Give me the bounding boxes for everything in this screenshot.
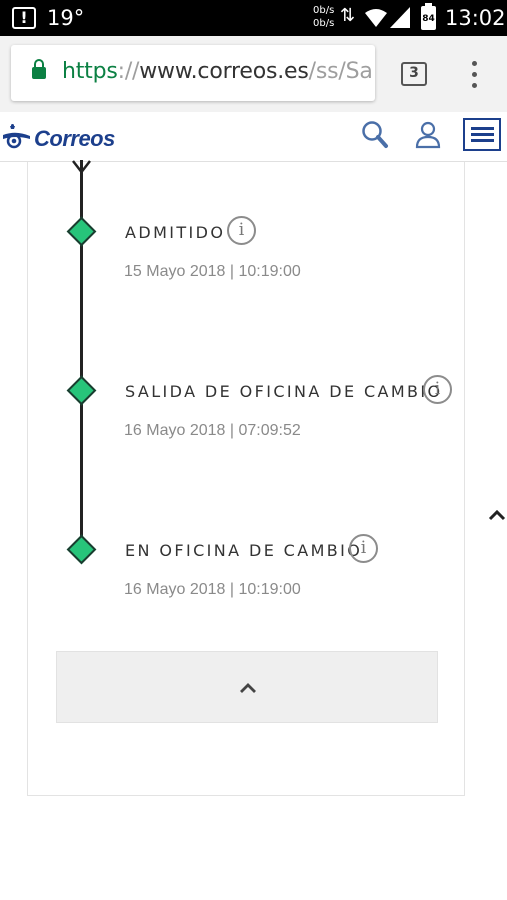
- scroll-to-top-chevron-icon[interactable]: [488, 508, 506, 522]
- info-icon[interactable]: i: [349, 534, 378, 563]
- logo-text: Correos: [34, 126, 115, 151]
- event-title: SALIDA DE OFICINA DE CAMBIO: [125, 382, 443, 401]
- info-icon[interactable]: i: [423, 375, 452, 404]
- event-marker: [66, 375, 97, 406]
- battery-icon: 84: [421, 3, 436, 30]
- url-text[interactable]: https://www.correos.es/ss/Sa: [62, 59, 373, 84]
- data-transfer-icon: ⇅: [340, 5, 356, 26]
- lock-icon: [32, 59, 46, 79]
- alert-notification-icon: [12, 7, 36, 29]
- url-host: www.correos.es: [139, 59, 309, 84]
- url-path: /ss/Sa: [308, 59, 373, 84]
- event-marker: [66, 534, 97, 565]
- site-header: Correos: [0, 112, 507, 162]
- network-speed: 0b/s 0b/s: [313, 4, 334, 30]
- event-date: 16 Mayo 2018 | 10:19:00: [124, 581, 301, 598]
- browser-toolbar: https://www.correos.es/ss/Sa 3: [0, 36, 507, 112]
- url-scheme: https: [62, 59, 118, 84]
- post-horn-icon: [3, 124, 30, 149]
- chevron-up-icon: [240, 683, 256, 693]
- event-title: EN OFICINA DE CAMBIO: [125, 541, 363, 560]
- collapse-details-button[interactable]: [56, 651, 438, 723]
- timeline-event: ADMITIDO i 15 Mayo 2018 | 10:19:00: [0, 210, 507, 280]
- search-icon[interactable]: [361, 120, 389, 150]
- browser-menu-button[interactable]: [466, 61, 482, 89]
- hamburger-menu-button[interactable]: [463, 118, 501, 151]
- timeline-event: SALIDA DE OFICINA DE CAMBIO i 16 Mayo 20…: [0, 369, 507, 439]
- temperature-text: 19°: [47, 6, 85, 30]
- info-icon[interactable]: i: [227, 216, 256, 245]
- user-icon[interactable]: [414, 120, 442, 150]
- address-bar[interactable]: https://www.correos.es/ss/Sa: [11, 45, 375, 101]
- tab-switcher-button[interactable]: 3: [401, 62, 427, 86]
- url-separator: ://: [117, 59, 140, 84]
- event-marker: [66, 216, 97, 247]
- wifi-icon: [365, 9, 387, 27]
- event-date: 16 Mayo 2018 | 07:09:52: [124, 422, 301, 439]
- event-title: ADMITIDO: [125, 223, 226, 242]
- clock-text: 13:02: [445, 6, 506, 30]
- event-date: 15 Mayo 2018 | 10:19:00: [124, 263, 301, 280]
- net-down-text: 0b/s: [313, 18, 335, 29]
- correos-logo[interactable]: Correos: [2, 122, 118, 152]
- net-up-text: 0b/s: [313, 5, 335, 16]
- status-bar: 19° 0b/s 0b/s ⇅ 84 13:02: [0, 0, 507, 36]
- timeline-event: EN OFICINA DE CAMBIO i 16 Mayo 2018 | 10…: [0, 528, 507, 598]
- cell-signal-icon: [390, 7, 410, 28]
